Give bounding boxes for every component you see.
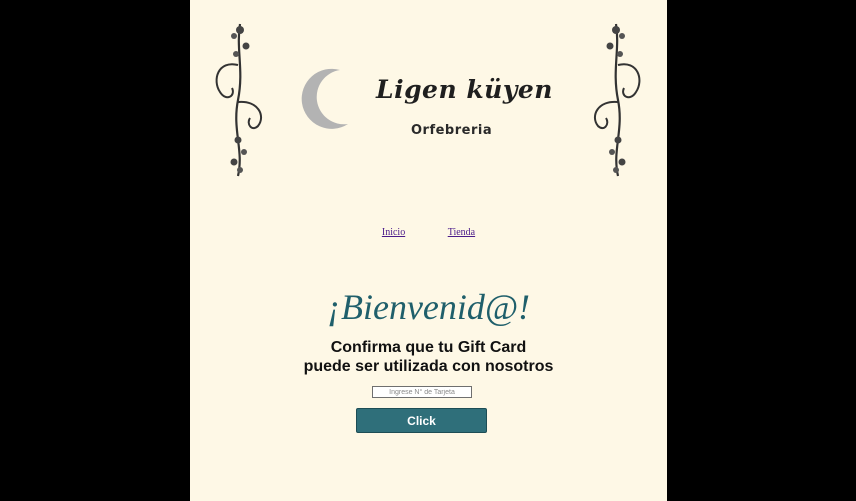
brand-name: Ligen küyen (376, 75, 553, 104)
brand-tagline: Orfebreria (411, 123, 493, 138)
subtitle-line-1: Confirma que tu Gift Card (330, 339, 527, 356)
subtitle-line-2: puede ser utilizada con nosotros (303, 358, 554, 375)
nav-link-tienda[interactable]: Tienda (448, 227, 475, 238)
gift-card-subtitle: Confirma que tu Gift Card puede ser util… (190, 338, 667, 376)
vine-ornament-left-icon (215, 23, 263, 177)
welcome-heading: ¡Bienvenid@! (326, 287, 531, 327)
vine-ornament-right-icon (593, 23, 641, 177)
click-button[interactable]: Click (356, 408, 487, 433)
card-number-input[interactable] (372, 386, 472, 398)
moon-logo-icon (301, 68, 348, 129)
page-container: Ligen küyen Orfebreria Inicio Tienda ¡Bi… (190, 0, 667, 501)
header-banner: Ligen küyen Orfebreria (208, 20, 648, 185)
main-nav: Inicio Tienda (190, 227, 667, 238)
nav-link-inicio[interactable]: Inicio (382, 227, 405, 238)
